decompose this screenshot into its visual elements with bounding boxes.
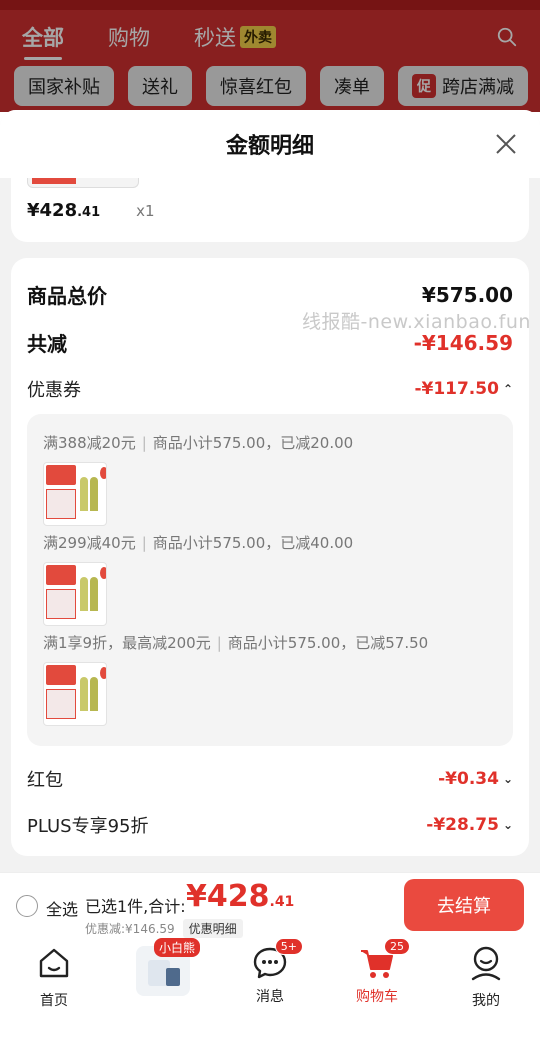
product-qty: x1 bbox=[136, 202, 155, 220]
sheet-header: 金额明细 bbox=[0, 110, 540, 178]
coupon-item: 满388减20元 | 商品小计575.00，已减20.00 bbox=[43, 432, 353, 453]
divider: | bbox=[141, 534, 147, 552]
total-reduce-label: 共减 bbox=[27, 332, 67, 356]
selected-count-text: 已选1件,合计: bbox=[85, 897, 186, 916]
coupon-rule: 满1享9折，最高减200元 bbox=[43, 634, 211, 652]
checkout-total-dec: .41 bbox=[269, 894, 295, 910]
select-all-label[interactable]: 全选 bbox=[46, 896, 78, 920]
redpack-label: 红包 bbox=[27, 770, 63, 791]
bottom-nav: 首页 小白熊 5+ 消息 25 购物车 我的 bbox=[0, 938, 540, 1050]
checkout-total-int: ¥428 bbox=[186, 879, 270, 914]
nav-profile-label: 我的 bbox=[472, 993, 500, 1009]
coupon-row[interactable]: 优惠券 -¥117.50 ⌃ bbox=[27, 376, 513, 402]
coupon-product-thumbnail bbox=[43, 562, 107, 626]
coupon-rule: 满388减20元 bbox=[43, 434, 136, 452]
divider: | bbox=[141, 434, 147, 452]
product-price: ¥428.41 bbox=[27, 200, 100, 221]
amount-detail-sheet: 金额明细 ¥428.41 x1 商品总价 ¥575.00 共减 -¥146.59… bbox=[0, 110, 540, 875]
nav-profile[interactable]: 我的 bbox=[446, 944, 526, 1010]
product-card: ¥428.41 x1 bbox=[11, 178, 529, 242]
total-price-label: 商品总价 bbox=[27, 284, 107, 308]
plus-discount-value: -¥28.75 bbox=[426, 815, 499, 835]
nav-cart[interactable]: 25 购物车 bbox=[337, 938, 417, 1006]
coupon-detail: 商品小计575.00，已减40.00 bbox=[152, 534, 354, 552]
overlay-dim bbox=[0, 0, 540, 112]
nav-messages-label: 消息 bbox=[256, 989, 284, 1005]
checkout-button[interactable]: 去结算 bbox=[404, 879, 524, 931]
messages-icon-wrap: 5+ bbox=[251, 938, 303, 982]
product-price-dec: .41 bbox=[77, 205, 101, 220]
product-price-int: ¥428 bbox=[27, 200, 78, 221]
redpack-row[interactable]: 红包 -¥0.34 ⌄ bbox=[27, 766, 513, 792]
checkout-bar: 全选 已选1件,合计: ¥428.41 优惠减:¥146.59 优惠明细 去结算 bbox=[0, 872, 540, 938]
watermark: 线报酷-new.xianbao.fun bbox=[302, 311, 531, 333]
coupon-product-thumbnail bbox=[43, 462, 107, 526]
redpack-value: -¥0.34 bbox=[438, 769, 499, 789]
sheet-title: 金额明细 bbox=[225, 134, 314, 159]
redpack-value-wrap: -¥0.34 ⌄ bbox=[438, 769, 513, 789]
chevron-down-icon[interactable]: ⌄ bbox=[503, 772, 513, 786]
select-all-radio[interactable] bbox=[16, 895, 38, 917]
messages-badge: 5+ bbox=[274, 938, 303, 955]
chevron-up-icon[interactable]: ⌃ bbox=[503, 382, 513, 396]
nav-cart-label: 购物车 bbox=[356, 989, 398, 1005]
promo-badge: 小白熊 bbox=[154, 938, 201, 957]
discount-summary: 优惠减:¥146.59 优惠明细 bbox=[85, 919, 243, 938]
close-icon[interactable] bbox=[494, 132, 518, 156]
coupon-detail: 商品小计575.00，已减20.00 bbox=[152, 434, 354, 452]
discount-detail-button[interactable]: 优惠明细 bbox=[182, 919, 243, 938]
plus-discount-value-wrap: -¥28.75 ⌄ bbox=[426, 815, 513, 835]
plus-discount-label: PLUS专享95折 bbox=[27, 816, 149, 837]
discount-text: 优惠减:¥146.59 bbox=[85, 922, 175, 936]
profile-icon bbox=[471, 946, 501, 981]
home-icon bbox=[39, 948, 69, 978]
price-detail-card: 商品总价 ¥575.00 共减 -¥146.59 优惠券 -¥117.50 ⌃ 满… bbox=[11, 258, 529, 856]
plus-discount-row[interactable]: PLUS专享95折 -¥28.75 ⌄ bbox=[27, 812, 513, 838]
total-reduce-value: -¥146.59 bbox=[413, 330, 513, 355]
total-price-row: 商品总价 ¥575.00 bbox=[27, 280, 513, 309]
cart-badge: 25 bbox=[384, 938, 410, 955]
product-thumbnail bbox=[27, 178, 139, 188]
nav-messages[interactable]: 5+ 消息 bbox=[230, 938, 310, 1006]
cart-icon-wrap: 25 bbox=[358, 938, 410, 982]
coupon-rule: 满299减40元 bbox=[43, 534, 136, 552]
divider: | bbox=[216, 634, 222, 652]
nav-home[interactable]: 首页 bbox=[14, 944, 94, 1010]
coupon-detail: 商品小计575.00，已减57.50 bbox=[227, 634, 429, 652]
coupon-value-wrap: -¥117.50 ⌃ bbox=[414, 379, 513, 399]
coupon-item: 满299减40元 | 商品小计575.00，已减40.00 bbox=[43, 532, 353, 553]
nav-home-label: 首页 bbox=[40, 993, 68, 1009]
coupon-label: 优惠券 bbox=[27, 380, 81, 401]
checkout-total: ¥428.41 bbox=[186, 879, 294, 914]
product-price-row: ¥428.41 x1 bbox=[27, 200, 155, 221]
chevron-down-icon[interactable]: ⌄ bbox=[503, 818, 513, 832]
coupon-item: 满1享9折，最高减200元 | 商品小计575.00，已减57.50 bbox=[43, 632, 428, 653]
coupon-value: -¥117.50 bbox=[414, 379, 499, 399]
coupon-product-thumbnail bbox=[43, 662, 107, 726]
total-price-value: ¥575.00 bbox=[421, 282, 513, 307]
coupon-breakdown: 满388减20元 | 商品小计575.00，已减20.00 满299减40元 | 商品小… bbox=[27, 414, 513, 746]
